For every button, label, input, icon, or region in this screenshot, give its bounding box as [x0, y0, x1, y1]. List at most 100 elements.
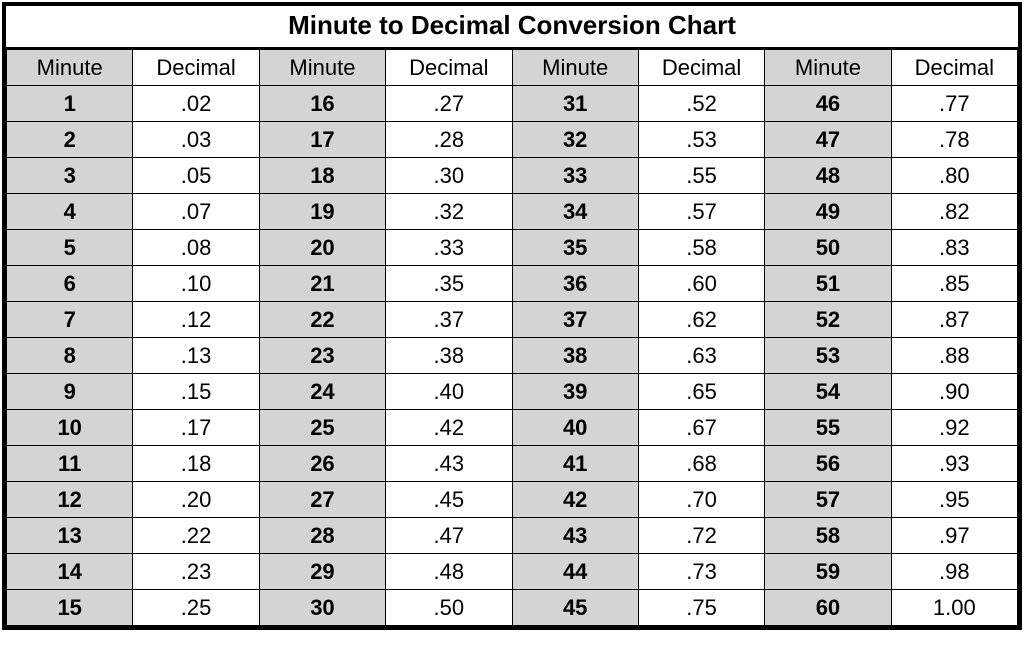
minute-cell: 5	[7, 230, 133, 266]
minute-cell: 21	[259, 266, 385, 302]
table-row: 12.2027.4542.7057.95	[7, 482, 1018, 518]
minute-cell: 35	[512, 230, 638, 266]
conversion-chart: Minute to Decimal Conversion Chart Minut…	[2, 2, 1022, 630]
decimal-cell: .93	[891, 446, 1017, 482]
decimal-cell: .78	[891, 122, 1017, 158]
minute-cell: 58	[765, 518, 891, 554]
minute-cell: 47	[765, 122, 891, 158]
header-decimal: Decimal	[133, 50, 259, 86]
table-row: 7.1222.3737.6252.87	[7, 302, 1018, 338]
minute-cell: 23	[259, 338, 385, 374]
decimal-cell: .48	[386, 554, 512, 590]
decimal-cell: .33	[386, 230, 512, 266]
minute-cell: 53	[765, 338, 891, 374]
minute-cell: 30	[259, 590, 385, 626]
decimal-cell: .10	[133, 266, 259, 302]
minute-cell: 33	[512, 158, 638, 194]
minute-cell: 51	[765, 266, 891, 302]
decimal-cell: .55	[638, 158, 764, 194]
minute-cell: 36	[512, 266, 638, 302]
decimal-cell: .70	[638, 482, 764, 518]
minute-cell: 54	[765, 374, 891, 410]
decimal-cell: .08	[133, 230, 259, 266]
decimal-cell: .42	[386, 410, 512, 446]
minute-cell: 37	[512, 302, 638, 338]
decimal-cell: .20	[133, 482, 259, 518]
decimal-cell: .98	[891, 554, 1017, 590]
minute-cell: 8	[7, 338, 133, 374]
minute-cell: 59	[765, 554, 891, 590]
decimal-cell: .25	[133, 590, 259, 626]
header-minute: Minute	[259, 50, 385, 86]
minute-cell: 29	[259, 554, 385, 590]
decimal-cell: .58	[638, 230, 764, 266]
table-row: 4.0719.3234.5749.82	[7, 194, 1018, 230]
table-row: 6.1021.3536.6051.85	[7, 266, 1018, 302]
decimal-cell: .82	[891, 194, 1017, 230]
decimal-cell: .92	[891, 410, 1017, 446]
header-minute: Minute	[512, 50, 638, 86]
decimal-cell: .57	[638, 194, 764, 230]
header-minute: Minute	[7, 50, 133, 86]
minute-cell: 11	[7, 446, 133, 482]
decimal-cell: .97	[891, 518, 1017, 554]
decimal-cell: .27	[386, 86, 512, 122]
minute-cell: 19	[259, 194, 385, 230]
decimal-cell: .75	[638, 590, 764, 626]
minute-cell: 26	[259, 446, 385, 482]
minute-cell: 49	[765, 194, 891, 230]
decimal-cell: .38	[386, 338, 512, 374]
minute-cell: 44	[512, 554, 638, 590]
decimal-cell: .73	[638, 554, 764, 590]
minute-cell: 40	[512, 410, 638, 446]
minute-cell: 13	[7, 518, 133, 554]
minute-cell: 9	[7, 374, 133, 410]
table-header-row: MinuteDecimalMinuteDecimalMinuteDecimalM…	[7, 50, 1018, 86]
decimal-cell: .05	[133, 158, 259, 194]
minute-cell: 41	[512, 446, 638, 482]
decimal-cell: .47	[386, 518, 512, 554]
minute-cell: 57	[765, 482, 891, 518]
decimal-cell: .03	[133, 122, 259, 158]
header-decimal: Decimal	[638, 50, 764, 86]
header-decimal: Decimal	[386, 50, 512, 86]
decimal-cell: 1.00	[891, 590, 1017, 626]
minute-cell: 25	[259, 410, 385, 446]
decimal-cell: .77	[891, 86, 1017, 122]
minute-cell: 27	[259, 482, 385, 518]
minute-cell: 60	[765, 590, 891, 626]
minute-cell: 4	[7, 194, 133, 230]
chart-title: Minute to Decimal Conversion Chart	[6, 6, 1018, 49]
minute-cell: 3	[7, 158, 133, 194]
table-row: 10.1725.4240.6755.92	[7, 410, 1018, 446]
table-row: 2.0317.2832.5347.78	[7, 122, 1018, 158]
decimal-cell: .87	[891, 302, 1017, 338]
decimal-cell: .95	[891, 482, 1017, 518]
table-row: 14.2329.4844.7359.98	[7, 554, 1018, 590]
conversion-table: MinuteDecimalMinuteDecimalMinuteDecimalM…	[6, 49, 1018, 626]
decimal-cell: .68	[638, 446, 764, 482]
minute-cell: 42	[512, 482, 638, 518]
minute-cell: 46	[765, 86, 891, 122]
decimal-cell: .22	[133, 518, 259, 554]
table-row: 15.2530.5045.75601.00	[7, 590, 1018, 626]
minute-cell: 16	[259, 86, 385, 122]
minute-cell: 32	[512, 122, 638, 158]
decimal-cell: .62	[638, 302, 764, 338]
decimal-cell: .90	[891, 374, 1017, 410]
minute-cell: 14	[7, 554, 133, 590]
minute-cell: 2	[7, 122, 133, 158]
decimal-cell: .13	[133, 338, 259, 374]
decimal-cell: .17	[133, 410, 259, 446]
minute-cell: 43	[512, 518, 638, 554]
minute-cell: 48	[765, 158, 891, 194]
minute-cell: 12	[7, 482, 133, 518]
minute-cell: 15	[7, 590, 133, 626]
decimal-cell: .85	[891, 266, 1017, 302]
decimal-cell: .88	[891, 338, 1017, 374]
minute-cell: 7	[7, 302, 133, 338]
minute-cell: 10	[7, 410, 133, 446]
header-decimal: Decimal	[891, 50, 1017, 86]
table-row: 3.0518.3033.5548.80	[7, 158, 1018, 194]
minute-cell: 18	[259, 158, 385, 194]
